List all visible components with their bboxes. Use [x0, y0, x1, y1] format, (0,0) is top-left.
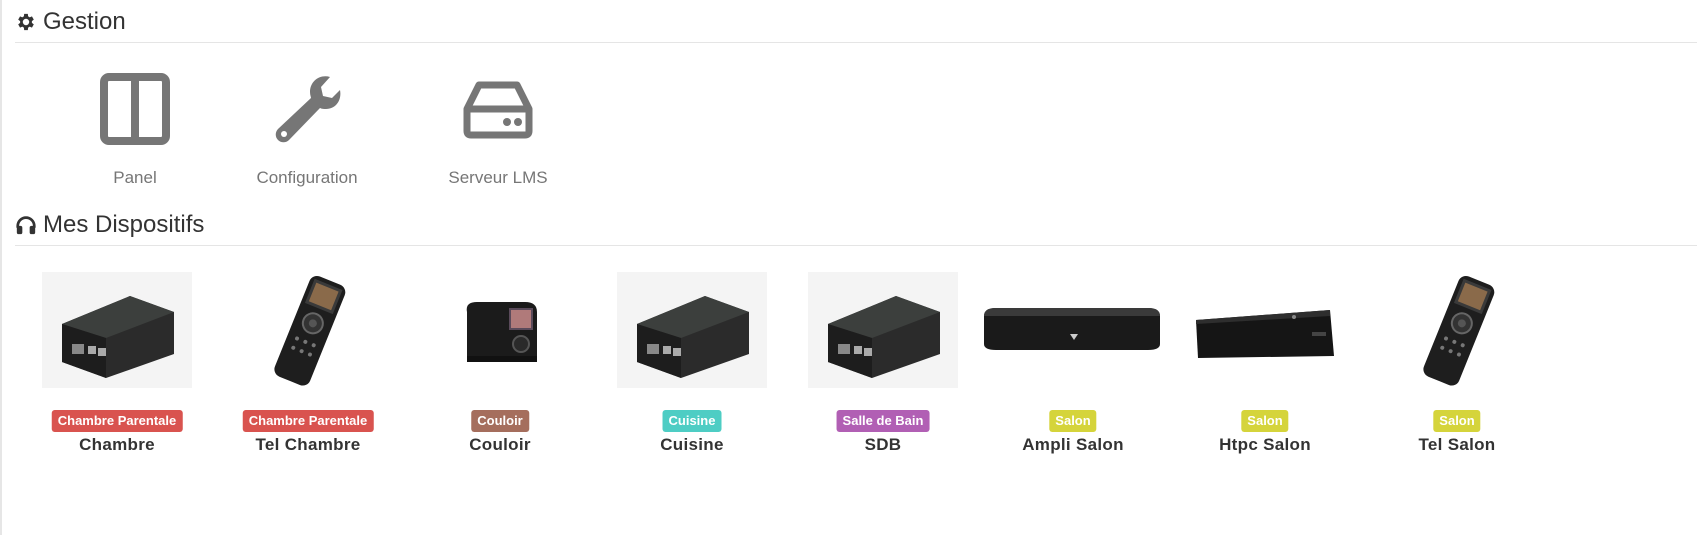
- room-badge: Salon: [1241, 410, 1289, 432]
- device-card-tel-chambre[interactable]: Chambre Parentale Tel Chambre: [213, 270, 403, 460]
- left-border: [0, 0, 2, 535]
- device-card-cuisine[interactable]: Cuisine Cuisine: [597, 270, 787, 460]
- device-name: Htpc Salon: [1219, 435, 1311, 454]
- room-badge: Chambre Parentale: [242, 410, 374, 432]
- room-badge: Salon: [1049, 410, 1097, 432]
- serveur-lms-label: Serveur LMS: [448, 168, 548, 187]
- device-card-tel-salon[interactable]: Salon Tel Salon: [1362, 270, 1552, 460]
- wrench-icon: [275, 76, 341, 143]
- device-image-radio: [425, 272, 575, 388]
- device-card-htpc-salon[interactable]: Salon Htpc Salon: [1170, 270, 1360, 460]
- dispositifs-title: Mes Dispositifs: [43, 211, 205, 238]
- gear-icon: [18, 13, 34, 31]
- configuration-card[interactable]: Configuration: [232, 65, 382, 195]
- gestion-title: Gestion: [43, 8, 126, 35]
- device-card-sdb[interactable]: Salle de Bain SDB: [788, 270, 978, 460]
- headphones-icon: [16, 216, 36, 235]
- panel-label: Panel: [113, 168, 157, 187]
- device-name: Tel Chambre: [255, 435, 361, 454]
- device-image-media-player: [978, 272, 1168, 388]
- device-card-ampli-salon[interactable]: Salon Ampli Salon: [978, 270, 1168, 460]
- room-badge: Chambre Parentale: [51, 410, 183, 432]
- hard-drive-icon: [463, 81, 533, 139]
- device-name: Ampli Salon: [1022, 435, 1124, 454]
- serveur-lms-card[interactable]: Serveur LMS: [423, 65, 573, 195]
- device-name: Couloir: [469, 435, 531, 454]
- device-name: Cuisine: [660, 435, 724, 454]
- device-name: SDB: [864, 435, 902, 454]
- device-image-raspberry-pi: [808, 272, 958, 388]
- device-card-couloir[interactable]: Couloir Couloir: [405, 270, 595, 460]
- device-card-chambre[interactable]: Chambre Parentale Chambre: [22, 270, 212, 460]
- device-image-htpc: [1190, 272, 1340, 388]
- dispositifs-header: Mes Dispositifs: [15, 205, 1697, 246]
- configuration-label: Configuration: [256, 168, 358, 187]
- panel-card[interactable]: Panel: [60, 65, 210, 195]
- room-badge: Salle de Bain: [836, 410, 930, 432]
- room-badge: Couloir: [471, 410, 529, 432]
- gestion-header: Gestion: [15, 2, 1697, 43]
- device-image-raspberry-pi: [42, 272, 192, 388]
- room-badge: Cuisine: [662, 410, 722, 432]
- device-image-raspberry-pi: [617, 272, 767, 388]
- room-badge: Salon: [1433, 410, 1481, 432]
- device-name: Tel Salon: [1418, 435, 1496, 454]
- device-image-remote: [1382, 272, 1532, 388]
- panel-layout-icon: [100, 73, 170, 145]
- device-name: Chambre: [79, 435, 155, 454]
- device-image-remote: [233, 272, 383, 388]
